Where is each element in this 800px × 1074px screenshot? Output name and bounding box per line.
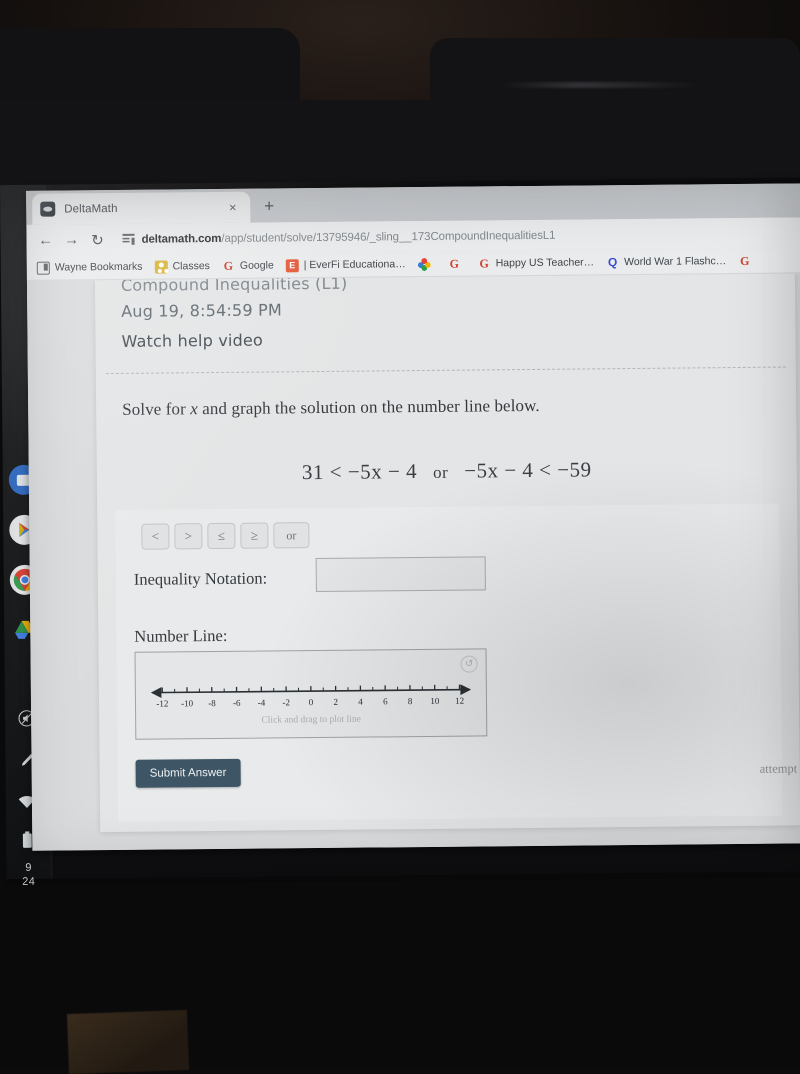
bookmark-wayne-bookmarks[interactable]: Wayne Bookmarks [31,256,149,278]
svg-text:10: 10 [430,696,440,706]
svg-text:0: 0 [309,697,314,707]
quizlet-icon: Q [606,256,619,269]
greater-equal-button[interactable]: ≥ [240,523,268,549]
number-line-canvas[interactable]: ↺ -12 -10 -8 -6 -4 -2 0 2 4 6 8 10 12 Click and drag… [135,648,488,739]
deltamath-favicon [40,202,55,217]
folder-icon [37,261,50,274]
bookmark-label: Happy US Teacher… [496,256,595,269]
bookmark-photos[interactable] [412,253,442,274]
deltamath-page: Compound Inequalities (L1) Aug 19, 8:54:… [27,273,800,850]
everfi-icon: E [286,259,299,272]
bookmark-label: Google [240,259,274,271]
problem-equation: 31 < −5x − 4 or −5x − 4 < −59 [97,455,797,487]
prompt-variable: x [190,399,198,418]
number-line-reset-icon[interactable]: ↺ [461,656,478,673]
close-icon[interactable]: × [225,200,240,215]
url-host: deltamath.com [141,232,221,245]
new-tab-button[interactable]: + [258,195,280,217]
prompt-before: Solve for [122,399,190,419]
bookmark-classes[interactable]: Classes [148,256,216,278]
less-than-button[interactable]: < [141,523,169,549]
submit-answer-button[interactable]: Submit Answer [136,759,241,788]
equation-right: −5x − 4 < −59 [464,457,592,482]
google-classroom-icon [154,260,167,273]
svg-text:8: 8 [408,696,413,706]
svg-text:6: 6 [383,696,388,706]
tab-deltamath[interactable]: DeltaMath × [32,192,250,225]
laptop-screen: 9 2 4 DeltaMath × + ← → ↻ deltamath.com /… [0,177,800,885]
google-g-icon: G [448,257,461,270]
bookmark-google-2[interactable]: G [442,253,472,274]
svg-text:4: 4 [358,697,363,707]
or-button[interactable]: or [273,522,309,548]
reload-icon[interactable]: ↻ [84,227,110,253]
prompt-after: and graph the solution on the number lin… [198,396,540,418]
google-g-icon: G [222,259,235,272]
shelf-clock-line1: 9 [13,861,45,875]
equation-or: or [433,463,448,482]
problem-card: Compound Inequalities (L1) Aug 19, 8:54:… [95,273,800,832]
problem-prompt: Solve for x and graph the solution on th… [122,396,540,420]
svg-text:-2: -2 [282,697,290,707]
shelf-clock-line2: 24 [13,875,45,889]
less-equal-button[interactable]: ≤ [207,523,235,549]
tab-title: DeltaMath [64,202,117,215]
shelf-clock[interactable]: 9 24 [13,861,45,889]
answer-panel: < > ≤ ≥ or Inequality Notation: Number L… [115,504,782,822]
bookmark-label: Wayne Bookmarks [55,261,143,274]
number-line-hint: Click and drag to plot line [136,713,486,726]
chrome-browser-window: DeltaMath × + ← → ↻ deltamath.com /app/s… [26,183,800,850]
bookmark-everfi[interactable]: E | EverFi Educationa… [280,254,412,276]
page-info-icon[interactable] [122,234,134,245]
desk-object [67,1010,189,1074]
svg-text:-10: -10 [181,698,194,708]
svg-text:-12: -12 [156,698,168,708]
bookmark-label: World War 1 Flashc… [624,255,726,268]
bookmark-label: Classes [172,260,209,272]
google-g-icon: G [738,254,751,267]
bookmark-google-3[interactable]: G [732,250,762,271]
attempt-counter: attempt 1 out [760,761,800,777]
forward-icon[interactable]: → [58,227,84,253]
url-path: /app/student/solve/13795946/_sling__173C… [221,229,555,244]
number-line-label: Number Line: [134,626,227,647]
bookmark-label: | EverFi Educationa… [304,258,406,271]
inequality-notation-input[interactable] [316,556,486,592]
svg-text:-4: -4 [258,698,266,708]
bookmark-google[interactable]: G Google [216,255,280,277]
address-bar[interactable]: deltamath.com /app/student/solve/1379594… [116,222,800,251]
number-line-graphic: -12 -10 -8 -6 -4 -2 0 2 4 6 8 10 12 [136,675,486,718]
inequality-notation-label: Inequality Notation: [134,569,268,590]
svg-text:2: 2 [333,697,338,707]
svg-text:-6: -6 [233,698,241,708]
svg-text:-8: -8 [208,698,216,708]
bookmark-world-war-1-flashcards[interactable]: Q World War 1 Flashc… [600,251,732,273]
equation-left: 31 < −5x − 4 [302,459,417,484]
greater-than-button[interactable]: > [174,523,202,549]
svg-text:12: 12 [455,696,464,706]
google-photos-icon [418,257,431,270]
section-divider [106,367,786,375]
bookmark-happy-us-teacher[interactable]: G Happy US Teacher… [472,252,601,274]
assignment-timestamp: Aug 19, 8:54:59 PM [121,300,282,321]
back-icon[interactable]: ← [32,227,58,253]
google-g-icon: G [478,257,491,270]
symbol-button-row: < > ≤ ≥ or [141,522,309,550]
bezel-glint [500,82,700,88]
watch-help-video-link[interactable]: Watch help video [121,331,263,351]
